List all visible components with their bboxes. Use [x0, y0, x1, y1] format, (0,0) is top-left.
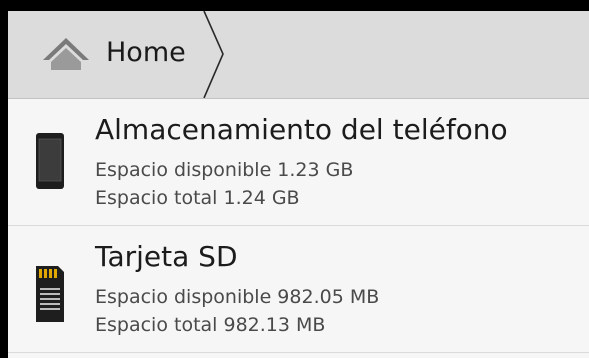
sd-card-icon — [36, 266, 64, 322]
storage-item-title: Tarjeta SD — [95, 240, 238, 273]
breadcrumb: Home — [8, 11, 589, 99]
file-browser-screen: Home Almacenamiento del teléfono Espacio… — [8, 11, 589, 358]
storage-item-available: Espacio disponible 982.05 MB — [95, 286, 380, 308]
storage-item-total: Espacio total 982.13 MB — [95, 314, 326, 336]
breadcrumb-home[interactable]: Home — [35, 11, 245, 98]
storage-item-phone[interactable]: Almacenamiento del teléfono Espacio disp… — [8, 99, 589, 226]
breadcrumb-home-label: Home — [106, 37, 186, 68]
storage-list: Almacenamiento del teléfono Espacio disp… — [8, 99, 589, 353]
storage-item-total: Espacio total 1.24 GB — [95, 187, 300, 209]
home-icon — [43, 38, 89, 70]
phone-icon — [36, 133, 64, 189]
breadcrumb-separator — [203, 11, 224, 98]
storage-item-sd-card[interactable]: Tarjeta SD Espacio disponible 982.05 MB … — [8, 226, 589, 353]
storage-item-title: Almacenamiento del teléfono — [95, 113, 508, 146]
storage-item-available: Espacio disponible 1.23 GB — [95, 159, 354, 181]
